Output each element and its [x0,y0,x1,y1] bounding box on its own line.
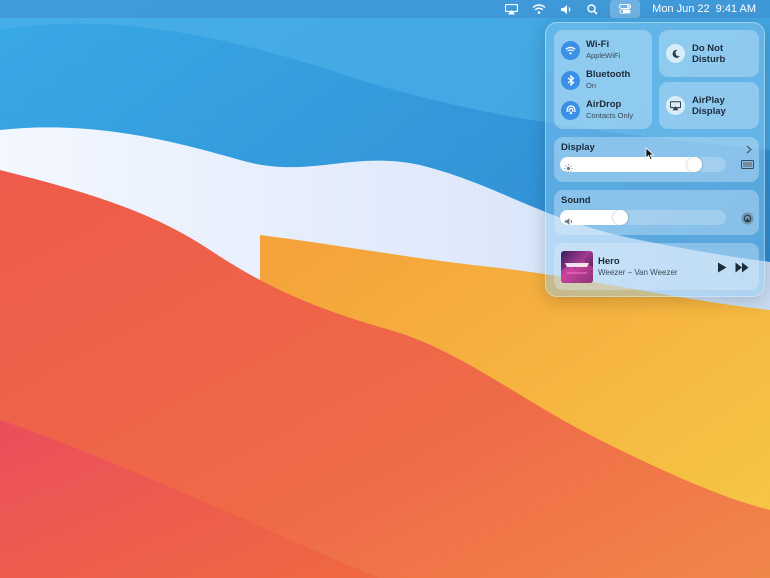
bluetooth-subtitle: On [586,81,597,90]
sound-title: Sound [561,195,591,206]
do-not-disturb-label: Do Not Disturb [692,42,726,65]
wifi-icon[interactable] [532,0,546,18]
display-settings-icon[interactable] [740,158,754,172]
song-artist: Weezer – Van Weezer [598,268,678,277]
speaker-icon [564,213,574,225]
bluetooth-icon [561,70,580,90]
wifi-icon [561,40,580,60]
menu-bar-clock[interactable]: Mon Jun 22 9:41 AM [652,0,756,18]
do-not-disturb-tile[interactable]: Do Not Disturb [659,30,759,77]
brightness-slider-fill [560,157,702,172]
song-title: Hero [598,256,620,267]
airplay-audio-icon[interactable] [740,211,754,225]
sun-icon [564,160,573,172]
airplay-display-tile[interactable]: AirPlay Display [659,82,759,129]
desktop: Mon Jun 22 9:41 AM Wi-Fi AppleWiFi Bluet… [0,0,770,578]
volume-slider-knob[interactable] [613,210,628,225]
sound-tile: Sound [554,190,759,235]
wifi-toggle[interactable]: Wi-Fi AppleWiFi [561,39,620,61]
menu-bar-date: Mon Jun 22 [652,3,710,15]
volume-slider[interactable] [560,210,726,225]
play-icon[interactable] [717,260,727,278]
network-tile: Wi-Fi AppleWiFi Bluetooth On AirDrop Con… [554,30,652,129]
airdrop-title: AirDrop [586,99,622,110]
brightness-slider[interactable] [560,157,726,172]
wifi-subtitle: AppleWiFi [586,51,621,60]
chevron-right-icon[interactable] [746,141,752,159]
moon-icon [666,44,685,63]
display-title: Display [561,142,595,153]
bluetooth-title: Bluetooth [586,69,631,80]
bluetooth-toggle[interactable]: Bluetooth On [561,69,630,91]
airdrop-toggle[interactable]: AirDrop Contacts Only [561,99,633,121]
menu-bar-time: 9:41 AM [715,3,756,15]
display-tile: Display [554,137,759,182]
brightness-slider-knob[interactable] [687,157,702,172]
volume-icon[interactable] [560,0,573,18]
airplay-display-icon [666,96,685,115]
now-playing-tile: Hero Weezer – Van Weezer [554,243,759,290]
airdrop-icon [561,100,580,120]
fast-forward-icon[interactable] [735,260,749,278]
album-art[interactable] [561,251,593,283]
airdrop-subtitle: Contacts Only [586,111,634,120]
menu-bar: Mon Jun 22 9:41 AM [0,0,770,18]
airplay-display-label: AirPlay Display [692,94,726,117]
wifi-title: Wi-Fi [586,39,610,50]
mouse-cursor-icon [645,147,655,166]
control-center-panel: Wi-Fi AppleWiFi Bluetooth On AirDrop Con… [545,22,765,297]
airplay-icon[interactable] [505,0,519,18]
search-icon[interactable] [587,0,598,18]
control-center-icon[interactable] [610,0,641,18]
